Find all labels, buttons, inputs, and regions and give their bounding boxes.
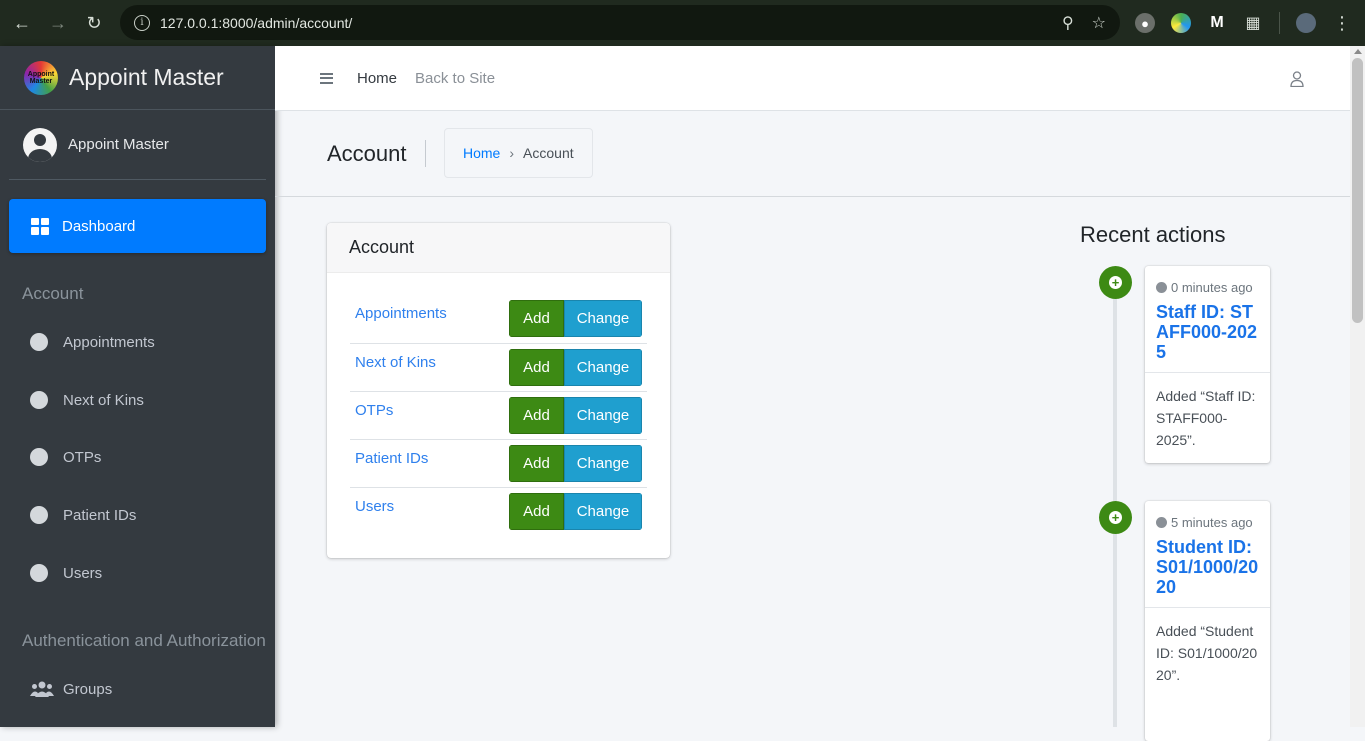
model-link-appointments[interactable]: Appointments bbox=[355, 305, 447, 322]
action-message: Added “Student ID: S01/1000/2020”. bbox=[1156, 623, 1258, 683]
extension-profile-icon[interactable]: ● bbox=[1135, 13, 1155, 33]
sidebar-item-dashboard[interactable]: Dashboard bbox=[9, 199, 266, 253]
action-time: 5 minutes ago bbox=[1145, 501, 1270, 533]
users-group-icon bbox=[30, 681, 54, 697]
sidebar-item-label: Patient IDs bbox=[63, 506, 137, 524]
change-patient-ids-button[interactable]: Change bbox=[564, 445, 642, 482]
table-row: OTPs Add Change bbox=[350, 391, 647, 439]
breadcrumb-separator: › bbox=[509, 145, 515, 161]
add-otps-button[interactable]: Add bbox=[509, 397, 564, 434]
profile-avatar-icon[interactable] bbox=[1296, 13, 1316, 33]
table-row: Users Add Change bbox=[350, 487, 647, 535]
sidebar-item-label: Groups bbox=[63, 680, 113, 698]
table-row: Next of Kins Add Change bbox=[350, 343, 647, 391]
circle-icon bbox=[30, 506, 48, 524]
brand-link[interactable]: Appoint Master Appoint Master bbox=[0, 46, 275, 110]
address-bar[interactable]: i 127.0.0.1:8000/admin/account/ ⚲ ☆ bbox=[120, 5, 1120, 40]
back-arrow-icon[interactable]: ← bbox=[4, 5, 40, 41]
sidebar-item-users[interactable]: Users bbox=[30, 558, 102, 588]
app-models-card: Account Appointments Add Change Next of … bbox=[327, 223, 670, 558]
browser-toolbar: ← → ↻ i 127.0.0.1:8000/admin/account/ ⚲ … bbox=[0, 0, 1365, 46]
brand-logo: Appoint Master bbox=[24, 60, 58, 95]
brand-text: Appoint Master bbox=[69, 64, 224, 90]
sidebar-item-appointments[interactable]: Appointments bbox=[30, 327, 155, 357]
sidebar-item-next-of-kins[interactable]: Next of Kins bbox=[30, 385, 144, 415]
title-divider bbox=[425, 140, 426, 167]
action-message: Added “Staff ID: STAFF000-2025”. bbox=[1156, 388, 1256, 448]
circle-icon bbox=[30, 333, 48, 351]
extension-color-icon[interactable] bbox=[1171, 13, 1191, 33]
action-object-link[interactable]: Staff ID: STAFF000-2025 bbox=[1145, 298, 1270, 373]
sidebar-item-label: Users bbox=[63, 564, 103, 582]
sidebar-item-patient-ids[interactable]: Patient IDs bbox=[30, 500, 136, 530]
change-otps-button[interactable]: Change bbox=[564, 397, 642, 434]
hamburger-menu-icon[interactable] bbox=[320, 72, 333, 84]
extensions-puzzle-icon[interactable]: ▦ bbox=[1243, 13, 1263, 33]
card-title: Account bbox=[327, 223, 670, 273]
user-avatar-icon bbox=[23, 127, 57, 162]
change-next-of-kins-button[interactable]: Change bbox=[564, 349, 642, 386]
reload-icon[interactable]: ↻ bbox=[76, 5, 112, 41]
add-next-of-kins-button[interactable]: Add bbox=[509, 349, 564, 386]
sidebar: Appoint Master Appoint Master Appoint Ma… bbox=[0, 46, 275, 727]
circle-icon bbox=[30, 391, 48, 409]
sidebar-item-label: Next of Kins bbox=[63, 391, 144, 409]
change-users-button[interactable]: Change bbox=[564, 493, 642, 530]
user-account-icon[interactable] bbox=[1290, 71, 1304, 87]
add-circle-icon: + bbox=[1099, 501, 1132, 534]
breadcrumb: Home › Account bbox=[444, 128, 593, 178]
model-link-patient-ids[interactable]: Patient IDs bbox=[355, 450, 428, 467]
circle-icon bbox=[30, 564, 48, 582]
content-header: Account Home › Account bbox=[275, 111, 1350, 197]
table-row: Patient IDs Add Change bbox=[350, 439, 647, 487]
scroll-up-arrow-icon[interactable] bbox=[1354, 49, 1362, 54]
page-title: Account bbox=[327, 141, 407, 166]
model-link-users[interactable]: Users bbox=[355, 498, 394, 515]
action-object-link[interactable]: Student ID: S01/1000/2020 bbox=[1145, 533, 1270, 608]
site-info-icon[interactable]: i bbox=[134, 14, 150, 31]
sidebar-item-label: Dashboard bbox=[62, 217, 136, 235]
table-row: Appointments Add Change bbox=[350, 295, 647, 343]
nav-home-link[interactable]: Home bbox=[357, 70, 397, 87]
add-appointments-button[interactable]: Add bbox=[509, 300, 564, 337]
model-link-next-of-kins[interactable]: Next of Kins bbox=[355, 354, 436, 371]
add-circle-icon: + bbox=[1099, 266, 1132, 299]
change-appointments-button[interactable]: Change bbox=[564, 300, 642, 337]
bookmark-star-icon[interactable]: ☆ bbox=[1092, 13, 1106, 33]
zoom-icon[interactable]: ⚲ bbox=[1062, 13, 1074, 33]
url-text: 127.0.0.1:8000/admin/account/ bbox=[160, 14, 353, 31]
forward-arrow-icon[interactable]: → bbox=[40, 5, 76, 41]
model-link-otps[interactable]: OTPs bbox=[355, 402, 393, 419]
clock-icon bbox=[1156, 517, 1167, 528]
sidebar-item-label: Appointments bbox=[63, 333, 155, 351]
add-patient-ids-button[interactable]: Add bbox=[509, 445, 564, 482]
add-users-button[interactable]: Add bbox=[509, 493, 564, 530]
sidebar-item-groups[interactable]: Groups bbox=[30, 674, 112, 704]
circle-icon bbox=[30, 448, 48, 466]
user-panel[interactable]: Appoint Master bbox=[9, 110, 266, 180]
scrollbar-thumb[interactable] bbox=[1352, 58, 1363, 323]
sidebar-item-label: OTPs bbox=[63, 448, 102, 466]
dashboard-grid-icon bbox=[31, 217, 50, 235]
action-time: 0 minutes ago bbox=[1145, 266, 1270, 298]
nav-header-auth: Authentication and Authorization bbox=[22, 631, 266, 650]
recent-actions-title: Recent actions bbox=[1080, 222, 1226, 247]
menu-kebab-icon[interactable]: ⋮ bbox=[1332, 13, 1352, 33]
nav-back-to-site-link[interactable]: Back to Site bbox=[415, 70, 495, 87]
recent-action-item: 5 minutes ago Student ID: S01/1000/2020 … bbox=[1145, 501, 1270, 741]
page-scrollbar[interactable] bbox=[1350, 46, 1365, 727]
nav-header-account: Account bbox=[22, 284, 84, 303]
extension-m-icon[interactable]: M bbox=[1207, 13, 1227, 33]
sidebar-item-otps[interactable]: OTPs bbox=[30, 442, 101, 472]
breadcrumb-current: Account bbox=[523, 145, 574, 161]
recent-action-item: 0 minutes ago Staff ID: STAFF000-2025 Ad… bbox=[1145, 266, 1270, 463]
top-navbar: Home Back to Site bbox=[275, 46, 1350, 111]
user-name: Appoint Master bbox=[68, 136, 169, 153]
clock-icon bbox=[1156, 282, 1167, 293]
breadcrumb-home-link[interactable]: Home bbox=[463, 145, 500, 161]
